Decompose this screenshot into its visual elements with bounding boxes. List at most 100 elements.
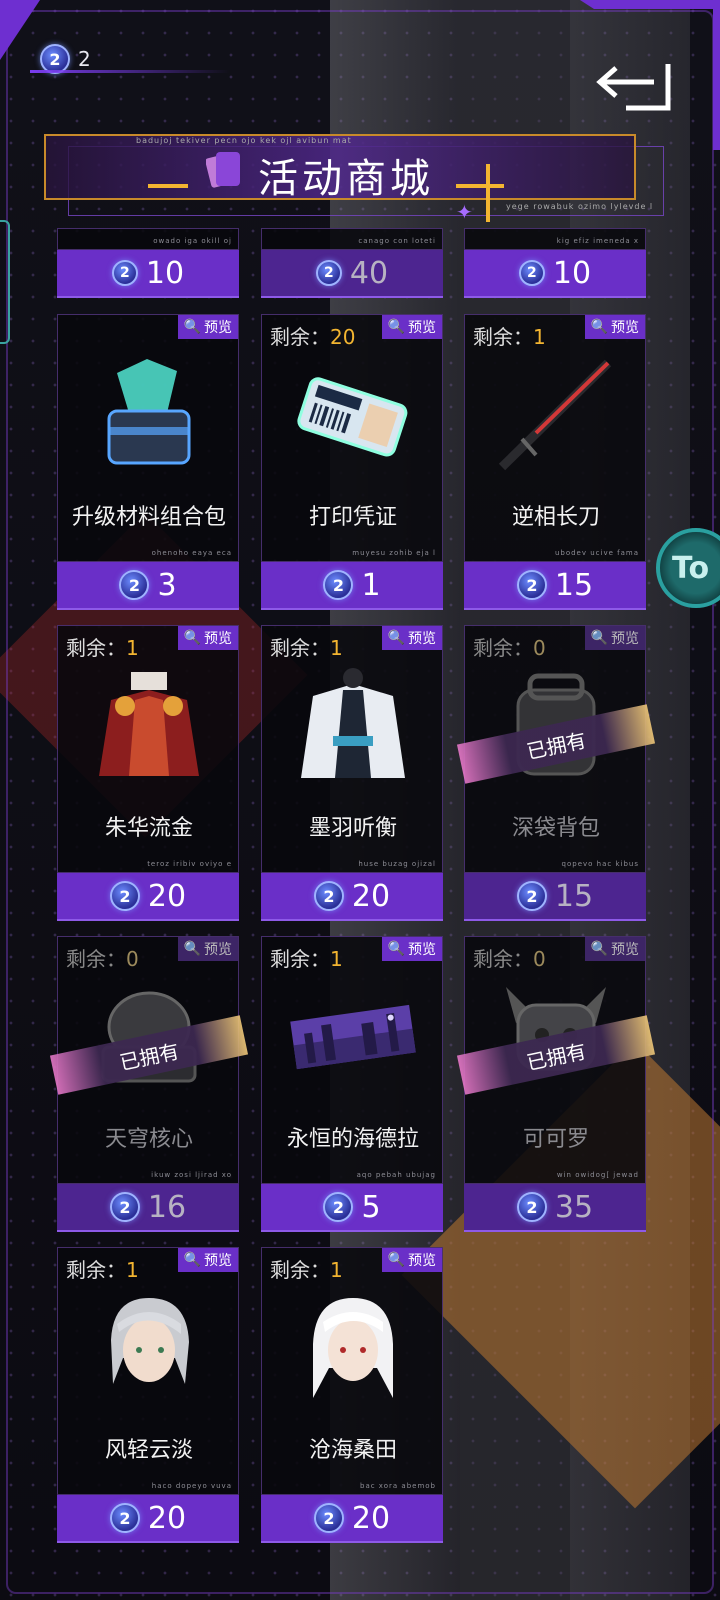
shop-cards-icon bbox=[206, 152, 240, 188]
side-tab[interactable] bbox=[0, 220, 10, 344]
remaining-count: 剩余：1 bbox=[473, 325, 546, 349]
sparkle-icon: ✦ bbox=[456, 200, 473, 224]
shop-card-partial[interactable]: owado iga okill oj 2 10 bbox=[57, 228, 239, 298]
preview-button[interactable]: 🔍 预览 bbox=[177, 937, 238, 961]
preview-button[interactable]: 🔍 预览 bbox=[381, 1248, 442, 1272]
item-name: 朱华流金 bbox=[104, 816, 193, 841]
card-decor-text: qopevo hac kibus bbox=[561, 860, 639, 868]
price-value: 15 bbox=[554, 878, 594, 914]
preview-button[interactable]: 🔍 预览 bbox=[584, 937, 645, 961]
coin-icon: 2 bbox=[111, 260, 138, 286]
magnifier-icon: 🔍 bbox=[590, 630, 608, 646]
card-decor-text: teroz iribiv oviyo e bbox=[147, 860, 232, 868]
title-decor-text: badujoj tekiver pecn ojo kek ojl avibun … bbox=[136, 136, 352, 145]
item-name: 沧海桑田 bbox=[308, 1438, 397, 1463]
remaining-count: 剩余：1 bbox=[270, 947, 343, 971]
preview-button[interactable]: 🔍 预览 bbox=[177, 315, 238, 339]
shop-card[interactable]: 剩余：1 🔍 预览 沧海桑田 bac xora abemob 2 20 bbox=[261, 1247, 443, 1543]
price-button[interactable]: 2 15 bbox=[464, 562, 646, 610]
coin-icon: 2 bbox=[518, 260, 545, 286]
back-button[interactable] bbox=[596, 58, 676, 114]
price-value: 20 bbox=[147, 878, 187, 914]
title-decoration bbox=[456, 184, 504, 188]
material-chest-icon bbox=[107, 359, 191, 465]
item-name: 逆相长刀 bbox=[511, 505, 600, 530]
shop-card-partial[interactable]: canago con loteti 2 40 bbox=[261, 228, 443, 298]
shop-card[interactable]: 剩余：1 🔍 预览 墨羽听衡 huse buzag ojizal 2 20 bbox=[261, 625, 443, 921]
white-hair-avatar-icon bbox=[313, 1298, 393, 1398]
price-value: 3 bbox=[157, 567, 177, 603]
title-decoration bbox=[486, 164, 490, 222]
price-button[interactable]: 2 20 bbox=[57, 873, 239, 921]
magnifier-icon: 🔍 bbox=[183, 319, 201, 335]
shop-card[interactable]: 🔍 预览 升级材料组合包 ohenoho eaya eca 2 3 bbox=[57, 314, 239, 610]
preview-button[interactable]: 🔍 预览 bbox=[177, 626, 238, 650]
price-value: 20 bbox=[147, 1500, 187, 1536]
price-button[interactable]: 2 16 bbox=[57, 1184, 239, 1232]
shop-card[interactable]: 剩余：1 🔍 预览 朱华流金 teroz iribiv oviyo e 2 20 bbox=[57, 625, 239, 921]
shop-card-owned[interactable]: 剩余：0 🔍 预览 已拥有 深袋背包 qopevo hac kibus 2 15 bbox=[456, 625, 656, 921]
magnifier-icon: 🔍 bbox=[183, 1252, 201, 1268]
shop-card-owned[interactable]: 剩余：0 🔍 预览 已拥有 可可罗 win owidog[ jewad 2 35 bbox=[456, 936, 656, 1232]
coin-icon: 2 bbox=[109, 1503, 140, 1533]
price-value: 20 bbox=[351, 878, 391, 914]
magnifier-icon: 🔍 bbox=[183, 630, 201, 646]
shop-card-owned[interactable]: 剩余：0 🔍 预览 已拥有 天穹核心 ikuw zosi ljirad xo 2 … bbox=[49, 936, 249, 1232]
preview-button[interactable]: 🔍 预览 bbox=[381, 315, 442, 339]
shop-card[interactable]: 剩余：20 🔍 预览 打印凭证 muyesu zohib eja l 2 1 bbox=[261, 314, 443, 610]
coin-icon: 2 bbox=[313, 881, 344, 911]
price-button[interactable]: 2 20 bbox=[57, 1495, 239, 1543]
item-name: 深袋背包 bbox=[511, 816, 600, 841]
price-value: 20 bbox=[351, 1500, 391, 1536]
price-button[interactable]: 2 5 bbox=[261, 1184, 443, 1232]
price-button[interactable]: 2 15 bbox=[464, 873, 646, 921]
card-decor-text: haco dopeyo vuva bbox=[151, 1482, 232, 1490]
price-value: 40 bbox=[349, 255, 389, 291]
shop-card[interactable]: 剩余：1 🔍 预览 风轻云淡 haco dopeyo vuva 2 20 bbox=[57, 1247, 239, 1543]
item-name: 打印凭证 bbox=[308, 505, 397, 530]
price-button[interactable]: 2 10 bbox=[57, 250, 239, 298]
card-decor-text: ohenoho eaya eca bbox=[151, 549, 232, 557]
item-name: 永恒的海德拉 bbox=[286, 1127, 419, 1152]
price-button[interactable]: 2 35 bbox=[464, 1184, 646, 1232]
price-value: 15 bbox=[554, 567, 594, 603]
preview-button[interactable]: 🔍 预览 bbox=[584, 626, 645, 650]
price-value: 10 bbox=[552, 255, 592, 291]
price-value: 35 bbox=[554, 1189, 594, 1225]
price-button[interactable]: 2 10 bbox=[464, 250, 646, 298]
red-outfit-icon bbox=[99, 672, 199, 776]
coin-icon: 2 bbox=[516, 881, 547, 911]
title-decor-text: yege rowabuk ozimo lylevde l bbox=[506, 202, 654, 211]
preview-button[interactable]: 🔍 预览 bbox=[177, 1248, 238, 1272]
coin-icon: 2 bbox=[109, 1192, 140, 1222]
shop-card[interactable]: 剩余：1 🔍 预览 永恒的海德拉 aqo pebah ubujag 2 5 bbox=[261, 936, 443, 1232]
card-decor-text: ikuw zosi ljirad xo bbox=[151, 1171, 232, 1179]
remaining-count: 剩余：0 bbox=[66, 947, 139, 971]
price-button[interactable]: 2 1 bbox=[261, 562, 443, 610]
shop-card-partial[interactable]: kig efiz imeneda x 2 10 bbox=[464, 228, 646, 298]
preview-button[interactable]: 🔍 预览 bbox=[584, 315, 645, 339]
card-decor-text: bac xora abemob bbox=[360, 1482, 436, 1490]
price-button[interactable]: 2 40 bbox=[261, 250, 443, 298]
card-decor-text: aqo pebah ubujag bbox=[356, 1171, 436, 1179]
price-button[interactable]: 2 3 bbox=[57, 562, 239, 610]
remaining-count: 剩余：20 bbox=[270, 325, 356, 349]
magnifier-icon: 🔍 bbox=[387, 319, 405, 335]
coin-icon: 2 bbox=[119, 570, 150, 600]
price-button[interactable]: 2 20 bbox=[261, 1495, 443, 1543]
card-decor-text: canago con loteti bbox=[358, 237, 436, 245]
magnifier-icon: 🔍 bbox=[590, 319, 608, 335]
preview-button[interactable]: 🔍 预览 bbox=[381, 937, 442, 961]
coin-icon: 2 bbox=[313, 1503, 344, 1533]
shop-card[interactable]: 剩余：1 🔍 预览 逆相长刀 ubodev ucive fama 2 15 bbox=[464, 314, 646, 610]
item-name: 墨羽听衡 bbox=[308, 816, 397, 841]
magnifier-icon: 🔍 bbox=[387, 1252, 405, 1268]
price-button[interactable]: 2 20 bbox=[261, 873, 443, 921]
currency-amount: 2 bbox=[78, 47, 91, 71]
magnifier-icon: 🔍 bbox=[387, 941, 405, 957]
preview-button[interactable]: 🔍 预览 bbox=[381, 626, 442, 650]
coin-icon: 2 bbox=[315, 260, 342, 286]
magnifier-icon: 🔍 bbox=[183, 941, 201, 957]
remaining-count: 剩余：1 bbox=[66, 1258, 139, 1282]
card-decor-text: kig efiz imeneda x bbox=[556, 237, 639, 245]
